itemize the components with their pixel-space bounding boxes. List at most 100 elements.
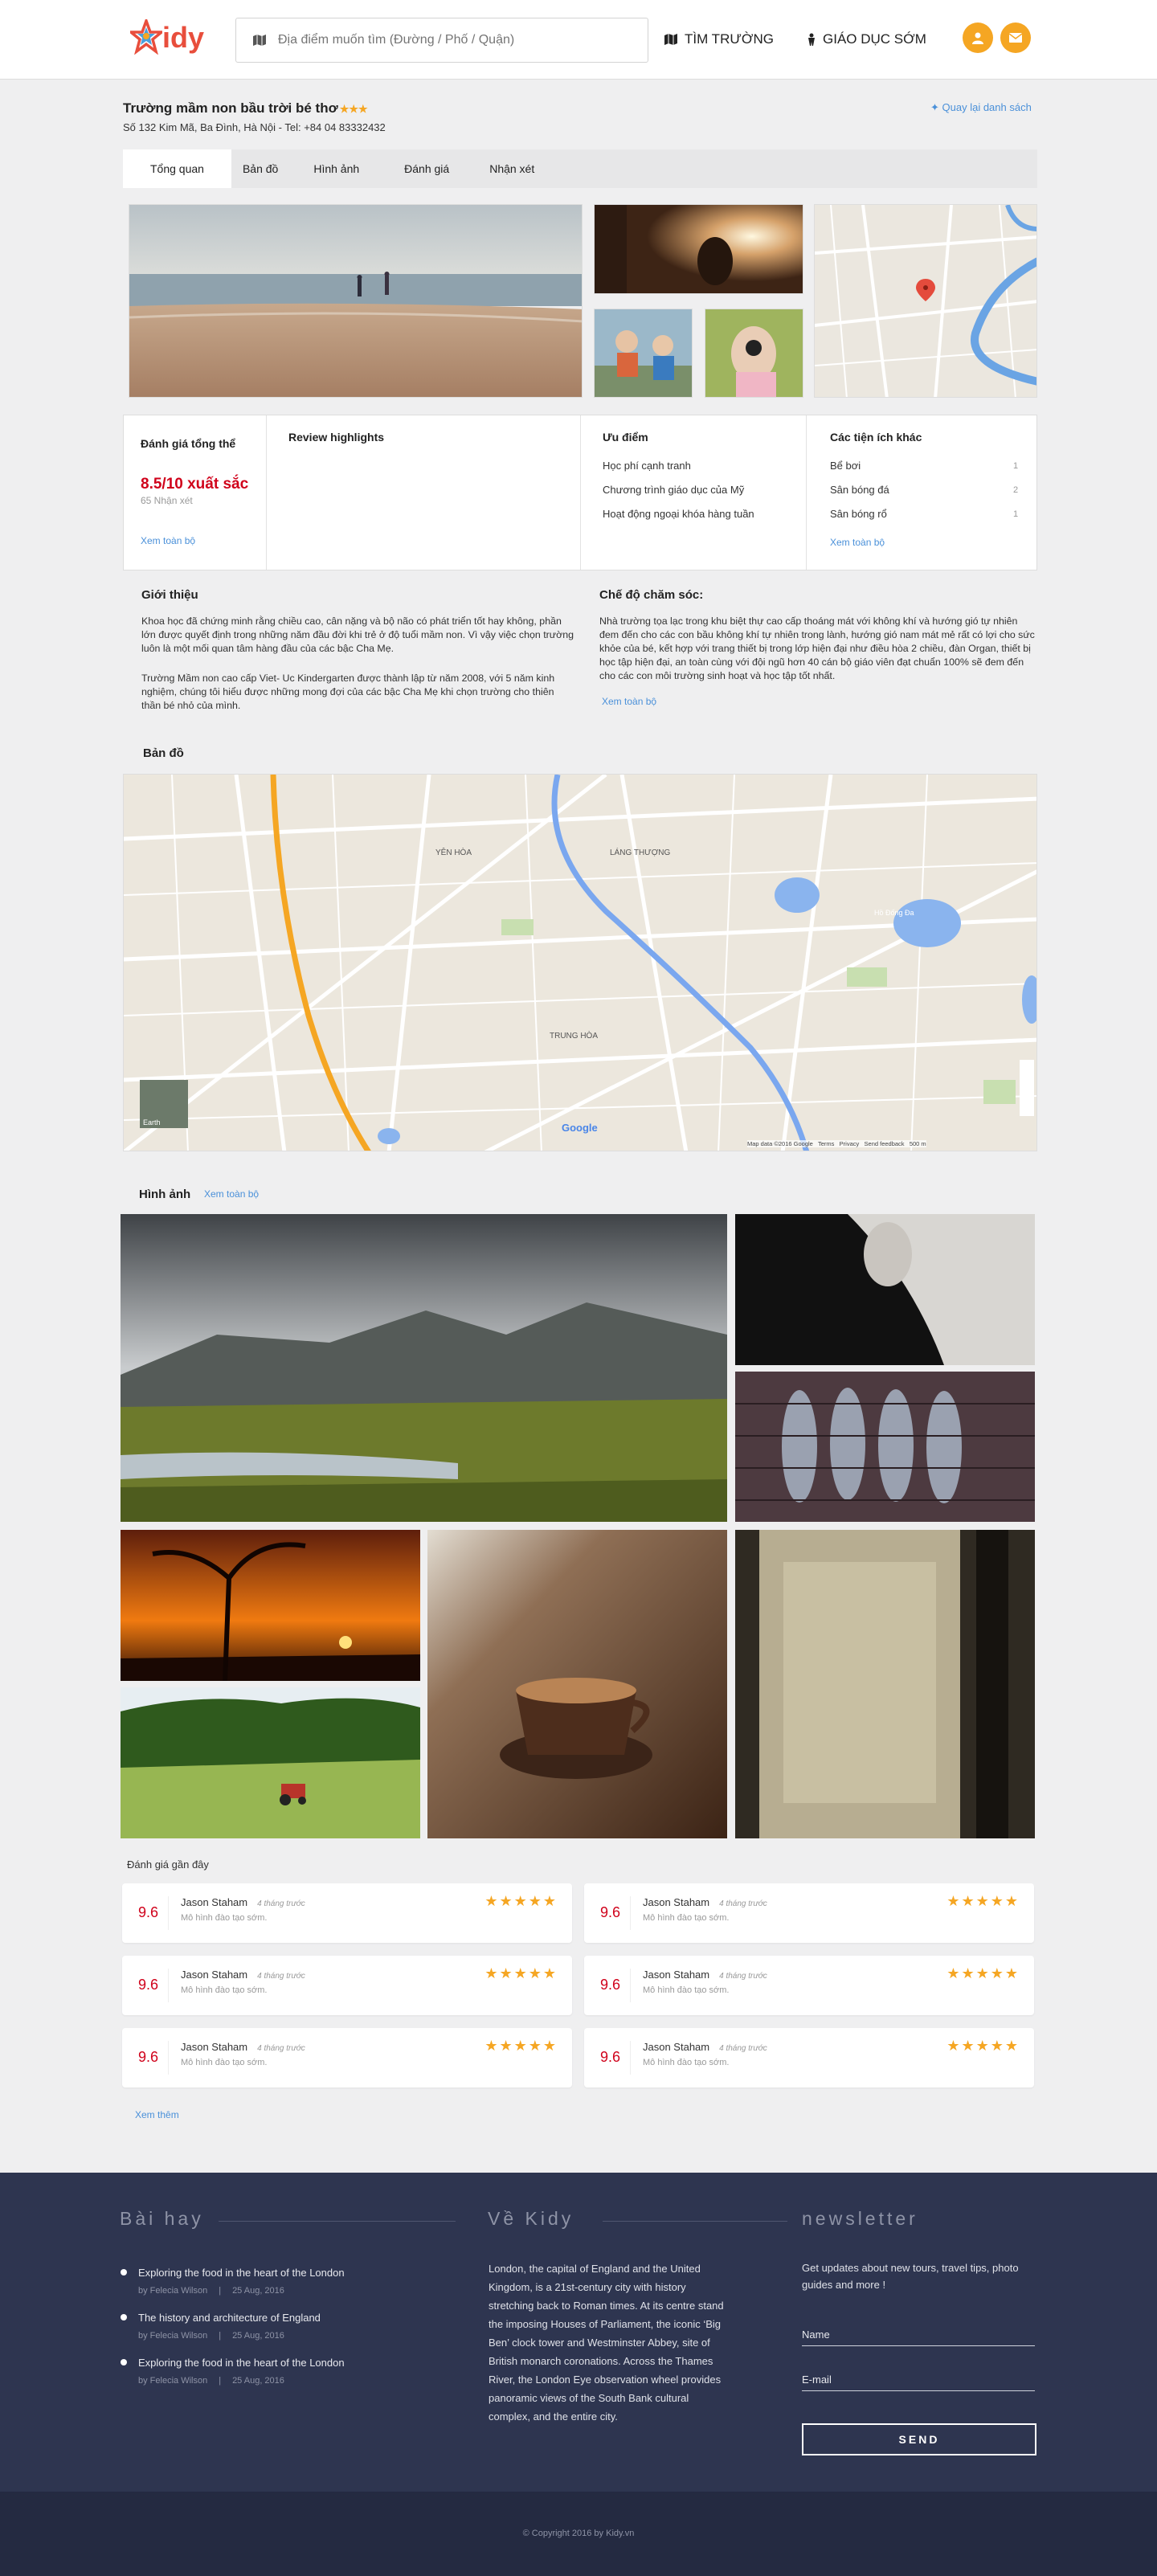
zoom-controls [1020,1060,1034,1116]
tab-overview[interactable]: Tổng quan [123,149,231,188]
review-author: Jason Staham 4 tháng trước [181,1896,305,1908]
nav-early-education[interactable]: GIÁO DỤC SỚM [807,29,926,50]
tab-map[interactable]: Bản đồ [231,149,302,188]
review-author-name: Jason Staham [181,2041,248,2053]
divider [580,415,581,570]
divider [168,1969,169,2002]
photo-wall[interactable] [735,1530,1035,1838]
footer-post-meta: by Felecia Wilson | 25 Aug, 2016 [138,2331,284,2341]
review-author: Jason Staham 4 tháng trước [181,1969,305,1981]
footer-post-author: by Felecia Wilson [138,2286,208,2296]
map-icon [664,34,677,45]
photo-horse[interactable] [735,1214,1035,1365]
review-card[interactable]: 9.6 Jason Staham 4 tháng trước Mô hình đà… [122,1883,572,1943]
review-text: Mô hình đào tạo sớm. [181,2058,268,2067]
tab-comments[interactable]: Nhận xét [481,149,558,188]
horse-photo [735,1214,1035,1365]
pros-item: Hoạt động ngoại khóa hàng tuần [603,508,754,520]
user-button[interactable] [963,22,993,53]
child-icon [808,33,815,46]
intro-title: Giới thiệu [141,588,198,602]
footer-bottom: © Copyright 2016 by Kidy.vn [0,2492,1157,2576]
gallery-photo-kids[interactable] [594,309,693,398]
footer-post-meta: by Felecia Wilson | 25 Aug, 2016 [138,2286,284,2296]
map-terms-link[interactable]: Terms [818,1140,834,1147]
copyright: © Copyright 2016 by Kidy.vn [522,2529,635,2538]
gallery-photo-girl[interactable] [705,309,803,398]
gallery-mini-map[interactable] [814,204,1037,398]
map-label: Hồ Đống Đa [874,909,914,917]
care-see-all-link[interactable]: Xem toàn bộ [602,696,656,707]
footer-newsletter-title: newsletter [802,2208,918,2229]
logo[interactable]: idy [130,18,219,59]
logo-star-icon [130,19,162,55]
map-embed[interactable]: YÊN HÒA LÁNG THƯỢNG TRUNG HÒA Hồ Đống Đa… [123,774,1037,1151]
overall-see-all-link[interactable]: Xem toàn bộ [141,535,195,546]
footer-post-date: 25 Aug, 2016 [232,2376,284,2386]
gallery-photo-window[interactable] [594,204,803,294]
amenity-count: 1 [1013,509,1019,519]
divider [630,2041,631,2075]
review-card[interactable]: 9.6 Jason Staham 4 tháng trước Mô hình đà… [122,2028,572,2087]
photo-fish-grill[interactable] [735,1372,1035,1522]
review-card[interactable]: 9.6 Jason Staham 4 tháng trước Mô hình đà… [584,1883,1034,1943]
review-card[interactable]: 9.6 Jason Staham 4 tháng trước Mô hình đà… [122,1956,572,2015]
photo-tractor-field[interactable] [121,1687,420,1838]
review-score: 9.6 [600,1904,621,1920]
bullet [121,2359,127,2365]
divider [168,1896,169,1930]
review-author: Jason Staham 4 tháng trước [181,2041,305,2053]
tab-photos[interactable]: Hình ảnh [302,149,383,188]
beach-photo [129,205,582,397]
map-attribution: Map data ©2016 Google Terms Privacy Send… [747,1140,926,1147]
newsletter-text: Get updates about new tours, travel tips… [802,2262,1019,2291]
user-icon [972,32,983,44]
wall-photo [735,1530,1035,1838]
photo-mountains[interactable] [121,1214,727,1522]
newsletter-send-button[interactable]: SEND [802,2423,1036,2455]
gallery-main-photo[interactable] [129,204,583,398]
map-label: YÊN HÒA [435,848,472,857]
fish-photo [735,1372,1035,1522]
review-card[interactable]: 9.6 Jason Staham 4 tháng trước Mô hình đà… [584,1956,1034,2015]
review-author-name: Jason Staham [643,1896,710,1908]
photo-sunset[interactable] [121,1530,420,1681]
footer-post-link[interactable]: Exploring the food in the heart of the L… [138,2267,345,2279]
map-earth-label[interactable]: Earth [143,1118,161,1126]
intro-paragraph: Khoa học đã chứng minh rằng chiều cao, c… [141,615,574,654]
highlights-title: Review highlights [288,431,385,444]
map-feedback-link[interactable]: Send feedback [865,1140,905,1147]
search-box[interactable] [235,18,648,63]
review-time: 4 tháng trước [719,1899,767,1908]
back-to-list-link[interactable]: ✦ Quay lại danh sách [930,101,1032,114]
review-stars: ★★★★★ [484,1893,558,1909]
review-author-name: Jason Staham [643,2041,710,2053]
photos-see-all-link[interactable]: Xem toàn bộ [204,1188,259,1200]
review-card[interactable]: 9.6 Jason Staham 4 tháng trước Mô hình đà… [584,2028,1034,2087]
reviews-more-link[interactable]: Xem thêm [135,2109,179,2120]
newsletter-name-field[interactable]: Name [802,2329,1035,2346]
tab-ratings[interactable]: Đánh giá [383,149,481,188]
divider [219,2221,456,2222]
review-author: Jason Staham 4 tháng trước [643,2041,767,2053]
review-text: Mô hình đào tạo sớm. [643,1913,730,1923]
nav-label: TÌM TRƯỜNG [685,31,774,47]
photo-coffee[interactable] [427,1530,727,1838]
review-score: 9.6 [600,2049,621,2065]
search-input[interactable] [278,33,632,47]
footer-post-link[interactable]: Exploring the food in the heart of the L… [138,2357,345,2369]
reviews-title: Đánh giá gần đây [127,1858,209,1871]
footer-post-link[interactable]: The history and architecture of England [138,2312,321,2324]
newsletter-email-field[interactable]: E-mail [802,2374,1035,2391]
review-count: 65 Nhận xét [141,495,193,506]
map-privacy-link[interactable]: Privacy [840,1140,860,1147]
review-text: Mô hình đào tạo sớm. [181,1913,268,1923]
footer-post-date: 25 Aug, 2016 [232,2286,284,2296]
footer: Bài hay Về Kidy newsletter Exploring the… [0,2173,1157,2492]
care-paragraph: Nhà trường tọa lạc trong khu biệt thự ca… [599,615,1035,681]
nav-find-school[interactable]: TÌM TRƯỜNG [664,29,774,50]
map-label: TRUNG HÒA [550,1032,598,1041]
amenities-see-all-link[interactable]: Xem toàn bộ [830,537,885,548]
city-map [124,775,1036,1151]
mail-button[interactable] [1000,22,1031,53]
